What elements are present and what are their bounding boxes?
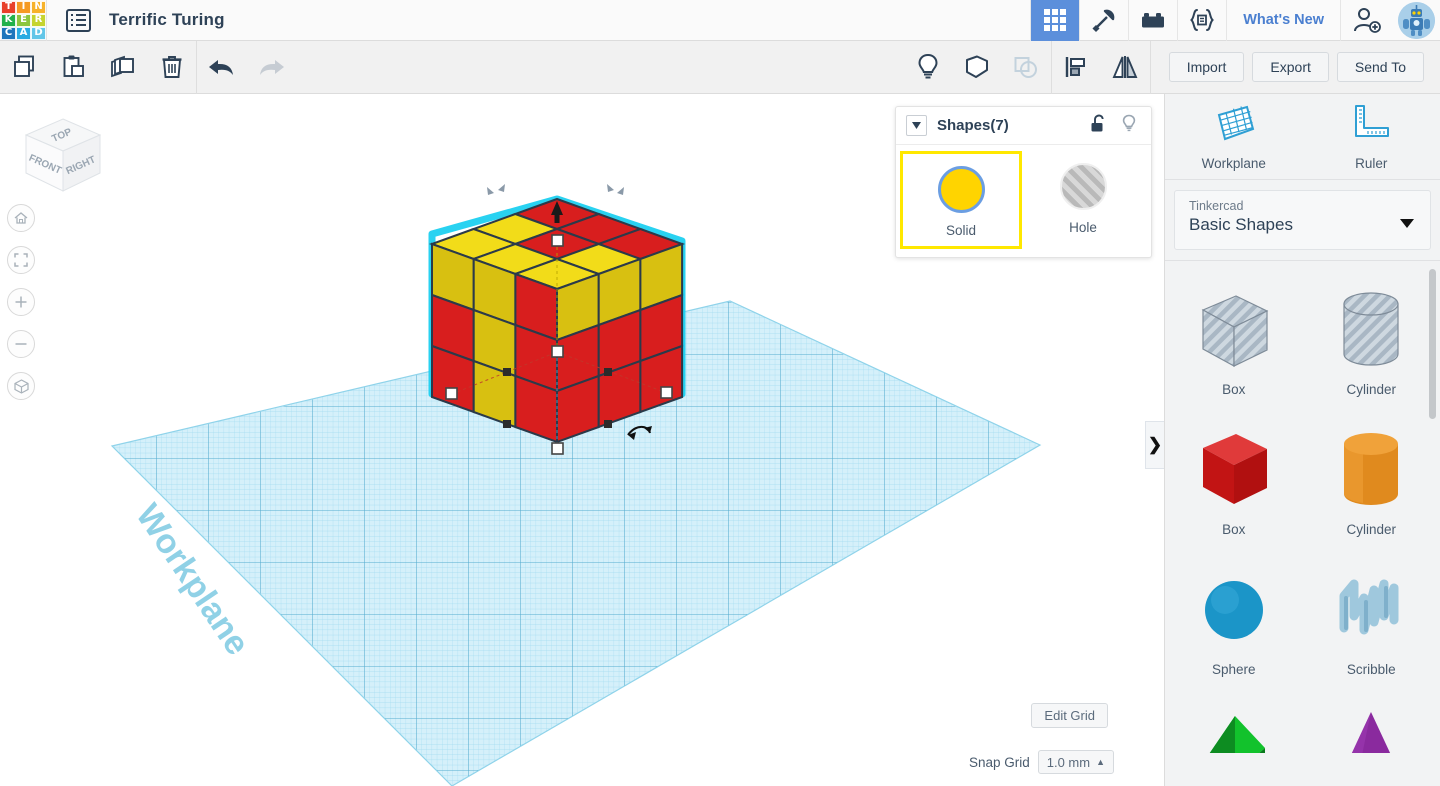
workplane-grid-icon [1211,103,1257,148]
shape-item-scribble[interactable]: Scribble [1303,555,1440,695]
divider [46,0,47,41]
shape-library-grid[interactable]: Box Cylinder Box Cylinder Sphere Scribbl… [1165,261,1440,753]
redo-icon[interactable] [246,41,295,94]
hole-swatch [1059,163,1107,210]
mirror-flip-icon[interactable] [1101,41,1150,94]
logo-tile-i: I [16,0,31,14]
panel-tools: Workplane Ruler [1165,94,1440,180]
caret-up-icon: ▲ [1096,757,1105,767]
designs-grid-icon[interactable] [1030,0,1080,41]
project-title: Terrific Turing [109,10,225,29]
shape-label: Cylinder [1346,382,1397,397]
shape-item-pyramid[interactable]: Pyramid [1165,695,1303,753]
solid-swatch [937,166,985,213]
ruler-icon [1350,103,1392,148]
shape-library-scrollbar[interactable] [1429,269,1436,419]
snap-grid-label: Snap Grid [968,754,1030,770]
shape-row: Box Cylinder [1165,275,1440,415]
shape-item-box-hole[interactable]: Box [1165,275,1303,415]
whats-new-link[interactable]: What's New [1226,0,1340,41]
shape-item-cylinder-solid[interactable]: Cylinder [1303,415,1440,555]
shape-label: Scribble [1346,662,1396,677]
undo-icon[interactable] [197,41,246,94]
list-menu-icon[interactable] [61,5,95,35]
solid-option[interactable]: Solid [900,151,1022,249]
logo-tile-k: K [1,13,16,27]
projection-toggle-button[interactable] [7,372,35,400]
rotate-corner-handles[interactable] [487,184,624,195]
align-icon[interactable] [1052,41,1101,94]
shape-item-box-solid[interactable]: Box [1165,415,1303,555]
shape-label: Cylinder [1346,522,1397,537]
caret-down-icon[interactable] [906,115,927,136]
lightbulb-icon[interactable] [904,41,953,94]
hole-label: Hole [1069,220,1097,235]
add-person-icon[interactable] [1340,0,1393,41]
lightbulb-icon[interactable] [1121,114,1137,138]
logo-tile-d: D [31,26,46,40]
logo-tile-n: N [31,0,46,14]
right-panel: Workplane Ruler Tinkercad Basic Shapes B… [1164,94,1440,786]
shape-row: Sphere Scribble [1165,555,1440,695]
tinkercad-logo[interactable]: TIN KER CAD [0,0,46,41]
fit-view-button[interactable] [7,246,35,274]
shapes-panel-title: Shapes(7) [937,117,1009,134]
send-to-button[interactable]: Send To [1336,52,1424,82]
shape-item-cylinder-hole[interactable]: Cylinder [1303,275,1440,415]
shape-label: Box [1222,382,1246,397]
top-bar: TIN KER CAD Terrific Turing What's New [0,0,1440,41]
shape-row: Pyramid Cone [1165,695,1440,753]
zoom-in-button[interactable] [7,288,35,316]
ruler-tool[interactable]: Ruler [1303,94,1440,179]
top-bar-right: What's New [1030,0,1440,41]
logo-tile-e: E [16,13,31,27]
ungroup-shape-icon[interactable] [1002,41,1051,94]
lego-brick-icon[interactable] [1128,0,1177,41]
snap-grid-value: 1.0 mm [1046,754,1091,770]
export-button[interactable]: Export [1252,52,1329,82]
collapse-panel-button[interactable]: ❯ [1145,421,1164,469]
grid-controls: Edit Grid [1031,703,1108,728]
duplicate-icon[interactable] [98,41,147,94]
group-shape-icon[interactable] [953,41,1002,94]
solid-label: Solid [945,223,977,238]
tinkercad-app: TIN KER CAD Terrific Turing What's New Imp… [0,0,1440,786]
shape-item-sphere[interactable]: Sphere [1165,555,1303,695]
caret-down-icon[interactable] [1400,215,1414,233]
ruler-tool-label: Ruler [1355,155,1388,171]
workplane-tool-label: Workplane [1201,155,1266,171]
shape-label: Sphere [1211,662,1256,677]
snap-grid-select[interactable]: 1.0 mm ▲ [1037,750,1114,774]
avatar[interactable] [1393,0,1440,41]
code-braces-icon[interactable] [1177,0,1226,41]
edit-toolbar: Import Export Send To [0,40,1440,94]
shapes-panel-header: Shapes(7) [896,107,1151,145]
delete-trash-icon[interactable] [147,41,196,94]
home-view-button[interactable] [7,204,35,232]
snap-grid-row: Snap Grid 1.0 mm ▲ [969,750,1114,774]
view-cube[interactable]: TOP FRONT RIGHT [18,111,108,201]
divider [1149,40,1151,94]
zoom-out-button[interactable] [7,330,35,358]
unlock-icon[interactable] [1090,114,1107,138]
library-vendor: Tinkercad [1189,199,1244,213]
shapes-panel[interactable]: Shapes(7) Solid Hole [895,106,1152,258]
copy-icon[interactable] [0,41,49,94]
codeblocks-pickaxe-icon[interactable] [1079,0,1128,41]
paste-icon[interactable] [49,41,98,94]
edit-grid-button[interactable]: Edit Grid [1031,703,1108,728]
library-collection: Basic Shapes [1189,215,1293,234]
shape-item-cone[interactable]: Cone [1303,695,1440,753]
logo-tile-a: A [16,26,31,40]
logo-tile-t: T [1,0,16,14]
workplane-tool[interactable]: Workplane [1165,94,1303,179]
hole-option[interactable]: Hole [1022,151,1144,249]
import-button[interactable]: Import [1168,52,1245,82]
shape-row: Box Cylinder [1165,415,1440,555]
logo-tile-c: C [1,26,16,40]
shape-label: Box [1222,522,1246,537]
shape-library-select[interactable]: Tinkercad Basic Shapes [1174,190,1431,250]
logo-tile-r: R [31,13,46,27]
